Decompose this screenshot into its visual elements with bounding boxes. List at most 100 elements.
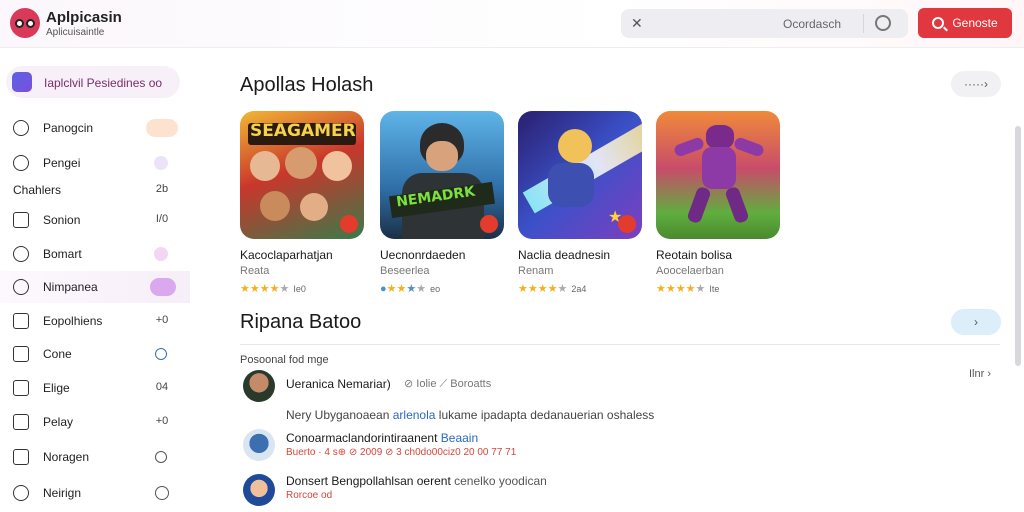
status-dot bbox=[154, 156, 168, 170]
reviews-subheading: Posoonal fod mge bbox=[240, 354, 329, 366]
circle-icon bbox=[13, 120, 29, 136]
avatar[interactable] bbox=[243, 429, 275, 461]
sidebar-item-label: Cone bbox=[43, 347, 72, 361]
sidebar-item-label: Nimpanea bbox=[43, 280, 98, 294]
app-developer: Reata bbox=[240, 265, 270, 277]
sidebar-item-count: 04 bbox=[155, 381, 169, 393]
reviewer-name[interactable]: Conoarmaclandorintiraanent Beaain bbox=[286, 431, 478, 445]
image-icon bbox=[13, 449, 29, 465]
close-icon[interactable]: ✕ bbox=[631, 15, 643, 32]
app-badge-icon bbox=[340, 215, 358, 233]
app-name: Uecnonrdaeden bbox=[380, 248, 466, 262]
featured-title: Apollas Holash bbox=[240, 74, 374, 96]
sidebar-item-10[interactable]: Noragen bbox=[0, 441, 190, 473]
app-icon-image: ★ bbox=[518, 111, 642, 239]
reviews-more-button[interactable]: › bbox=[951, 309, 1001, 335]
app-rating: ★★★★★ Ie0 bbox=[240, 283, 306, 295]
app-card[interactable]: ★ Naclia deadnesin Renam ★★★★★ 2a4 bbox=[518, 111, 644, 295]
app-title: Aplpicasin bbox=[46, 9, 122, 26]
sidebar-item-2[interactable]: Chahlers 2b bbox=[0, 174, 190, 206]
app-icon-image: SEAGAMER bbox=[240, 111, 364, 239]
divider bbox=[240, 344, 1000, 345]
sidebar-item-count: +0 bbox=[155, 415, 169, 427]
sidebar-item-11[interactable]: Neirign bbox=[0, 477, 190, 509]
search-toggle-icon[interactable] bbox=[875, 15, 891, 31]
scrollbar[interactable] bbox=[1015, 126, 1021, 366]
avatar[interactable] bbox=[243, 370, 275, 402]
sidebar-item-count: +0 bbox=[155, 314, 169, 326]
image-icon bbox=[13, 212, 29, 228]
app-name: Reotain bolisa bbox=[656, 248, 733, 262]
search-input[interactable]: Ocordasch bbox=[783, 17, 841, 31]
app-name: Kacoclaparhatjan bbox=[240, 248, 333, 262]
toggle-badge[interactable] bbox=[150, 278, 176, 296]
app-badge-icon bbox=[618, 215, 636, 233]
app-rating: ●★★★★ eo bbox=[380, 283, 441, 295]
see-all-link[interactable]: Ilnr › bbox=[969, 368, 991, 380]
file-icon bbox=[13, 380, 29, 396]
settings-icon bbox=[13, 279, 29, 295]
sidebar-item-label: Bomart bbox=[43, 247, 82, 261]
search-bar[interactable]: ✕ Ocordasch bbox=[621, 9, 908, 38]
status-badge bbox=[146, 119, 178, 137]
sidebar-item-label: Pengei bbox=[43, 156, 81, 170]
reviews-title: Ripana Batoo bbox=[240, 311, 362, 333]
sidebar-item-3[interactable]: Sonion I/0 bbox=[0, 204, 190, 236]
review-meta: Buerto · 4 s⊕ ⊘ 2009 ⊘ 3 ch0do00ciz0 20 … bbox=[286, 447, 517, 458]
send-icon bbox=[12, 72, 32, 92]
app-badge-icon bbox=[480, 215, 498, 233]
avatar[interactable] bbox=[243, 474, 275, 506]
featured-more-button[interactable]: ·····› bbox=[951, 71, 1001, 97]
chat-icon bbox=[13, 246, 29, 262]
app-logo-icon[interactable] bbox=[10, 8, 40, 38]
reviewer-name[interactable]: Donsert Bengpollahlsan oerent cenelko yo… bbox=[286, 474, 547, 488]
sidebar-item-9[interactable]: Pelay +0 bbox=[0, 406, 190, 438]
app-developer: Aoocelaerban bbox=[656, 265, 724, 277]
sidebar-item-count: 2b bbox=[155, 183, 169, 195]
app-card[interactable]: SEAGAMER Kacoclaparhatjan Reata ★★★★★ Ie0 bbox=[240, 111, 366, 295]
info-icon bbox=[155, 486, 169, 500]
sidebar-header-label: Iaplclvil Pesiedines oo bbox=[44, 76, 163, 90]
sidebar-item-label: Pelay bbox=[43, 415, 74, 429]
generate-button-label: Genoste bbox=[952, 16, 998, 30]
review-meta: Rorcoe od bbox=[286, 490, 333, 501]
app-card[interactable]: Reotain bolisa Aoocelaerban ★★★★★ Ite bbox=[656, 111, 782, 295]
sidebar-item-label: Elige bbox=[43, 381, 70, 395]
reviewer-name[interactable]: Ueranica Nemariar) bbox=[286, 377, 391, 391]
sidebar-item-label: Neirign bbox=[43, 486, 82, 500]
sidebar-item-8[interactable]: Elige 04 bbox=[0, 372, 190, 404]
app-icon-image bbox=[656, 111, 780, 239]
sidebar-item-label: Sonion bbox=[43, 213, 81, 227]
alert-icon bbox=[13, 485, 29, 501]
sidebar-item-label: Noragen bbox=[43, 450, 90, 464]
divider bbox=[863, 14, 864, 33]
sidebar-item-label: Eopolhiens bbox=[43, 314, 103, 328]
sidebar-item-label: Chahlers bbox=[13, 183, 62, 197]
app-art-title: SEAGAMER bbox=[250, 121, 356, 141]
top-bar: Aplpicasin Aplicuisaintle ✕ Ocordasch Ge… bbox=[0, 0, 1024, 48]
sidebar-item-5[interactable]: Nimpanea bbox=[0, 271, 190, 303]
review-meta: ⊘ Iolie ⟋ Boroatts bbox=[404, 378, 492, 390]
sidebar-item-label: Panogcin bbox=[43, 121, 94, 135]
app-subtitle: Aplicuisaintle bbox=[46, 27, 105, 38]
sidebar-item-4[interactable]: Bomart bbox=[0, 238, 190, 270]
sidebar-item-count: I/0 bbox=[155, 213, 169, 225]
app-icon-image: NEMADRK bbox=[380, 111, 504, 239]
app-card[interactable]: NEMADRK Uecnonrdaeden Beseerlea ●★★★★ eo bbox=[380, 111, 506, 295]
review-body: Nery Ubyganoaean arlenola lukame ipadapt… bbox=[286, 408, 655, 422]
sidebar-item-0[interactable]: Panogcin bbox=[0, 112, 190, 144]
generate-button[interactable]: Genoste bbox=[918, 8, 1012, 38]
status-dot bbox=[155, 348, 167, 360]
sidebar-item-7[interactable]: Cone bbox=[0, 338, 190, 370]
sidebar: Iaplclvil Pesiedines oo Panogcin Pengei … bbox=[0, 48, 190, 512]
box-icon bbox=[13, 313, 29, 329]
app-developer: Beseerlea bbox=[380, 265, 430, 277]
search-icon bbox=[932, 17, 945, 29]
app-rating: ★★★★★ Ite bbox=[656, 283, 720, 295]
sidebar-header[interactable]: Iaplclvil Pesiedines oo bbox=[6, 66, 180, 98]
app-name: Naclia deadnesin bbox=[518, 248, 611, 262]
list-icon bbox=[13, 414, 29, 430]
sidebar-item-6[interactable]: Eopolhiens +0 bbox=[0, 305, 190, 337]
chat-icon bbox=[13, 155, 29, 171]
status-dot bbox=[155, 451, 167, 463]
